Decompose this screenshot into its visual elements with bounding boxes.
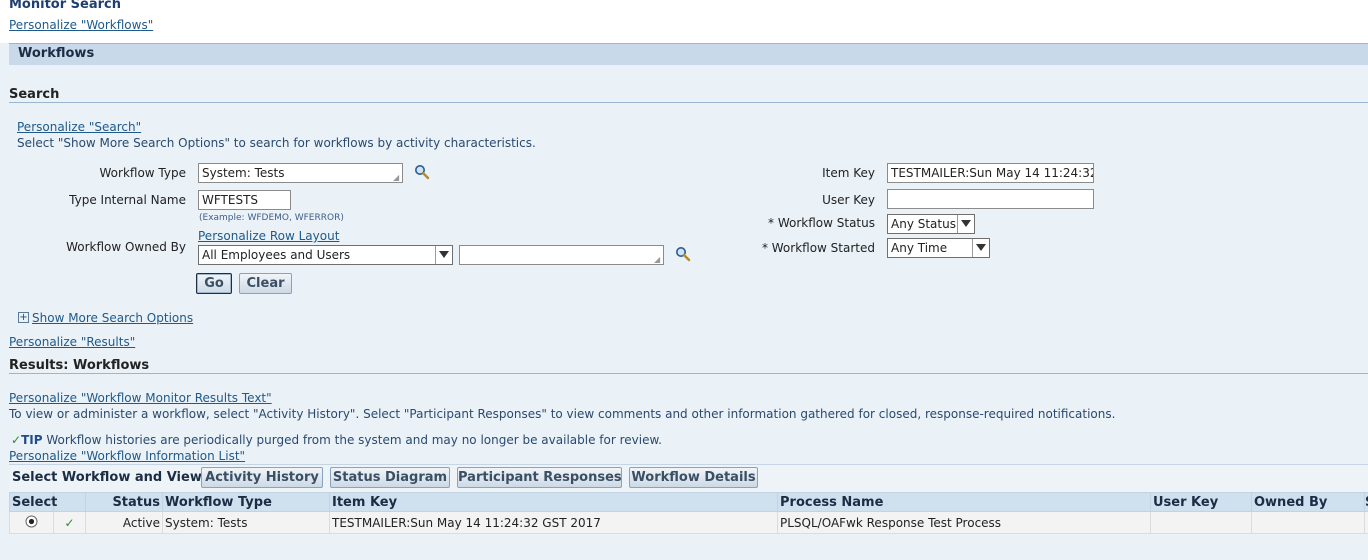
- workflow-status-label: Workflow Status: [777, 216, 875, 230]
- results-table: Select Status Workflow Type Item Key Pro…: [9, 492, 1368, 534]
- workflows-header: Workflows: [9, 43, 1368, 65]
- personalize-results-link[interactable]: Personalize "Results": [9, 335, 135, 349]
- search-icon[interactable]: [414, 164, 430, 183]
- check-icon: ✓: [53, 511, 86, 534]
- workflow-owned-by-label: Workflow Owned By: [66, 240, 186, 254]
- workflow-started-label-row: * Workflow Started: [700, 241, 875, 255]
- item-key-input[interactable]: TESTMAILER:Sun May 14 11:24:32: [887, 163, 1094, 183]
- type-internal-name-value: WFTESTS: [202, 193, 259, 207]
- column-header[interactable]: Item Key: [329, 492, 778, 512]
- workflow-owned-by-select[interactable]: All Employees and Users: [198, 245, 453, 265]
- search-instructions: Select "Show More Search Options" to sea…: [17, 136, 536, 150]
- search-icon[interactable]: [675, 246, 691, 265]
- activity-history-button[interactable]: Activity History: [201, 467, 323, 488]
- user-key-input[interactable]: [887, 189, 1094, 209]
- column-header[interactable]: Status: [85, 492, 163, 512]
- user-key-cell: [1150, 511, 1252, 534]
- tip-row: ✓TIP Workflow histories are periodically…: [11, 433, 662, 447]
- status-cell: Active: [85, 511, 163, 534]
- type-internal-name-input[interactable]: WFTESTS: [198, 190, 291, 210]
- resize-grip-icon: ◢: [654, 255, 661, 264]
- workflow-type-input[interactable]: System: Tests ◢: [198, 163, 403, 183]
- column-header: [53, 492, 86, 512]
- column-header[interactable]: Select: [9, 492, 57, 512]
- personalize-information-list-link[interactable]: Personalize "Workflow Information List": [9, 449, 245, 463]
- title-bar: [0, 0, 1368, 16]
- personalize-workflows-link[interactable]: Personalize "Workflows": [9, 18, 153, 32]
- chevron-down-icon: [957, 215, 974, 233]
- table-header-row: Select Status Workflow Type Item Key Pro…: [9, 492, 1368, 512]
- column-header[interactable]: Workflow Type: [162, 492, 330, 512]
- item-key-label: Item Key: [822, 166, 875, 180]
- workflow-started-label: Workflow Started: [771, 241, 875, 255]
- page-title: Monitor Search: [9, 0, 121, 12]
- workflow-started-select[interactable]: Any Time: [887, 238, 990, 258]
- workflow-started-value: Any Time: [891, 241, 948, 255]
- results-description: To view or administer a workflow, select…: [9, 407, 1116, 421]
- workflow-status-select[interactable]: Any Status: [887, 214, 975, 234]
- workflow-status-value: Any Status: [891, 217, 956, 231]
- search-section-title: Search: [9, 87, 60, 102]
- column-header[interactable]: User Key: [1150, 492, 1252, 512]
- expand-icon[interactable]: +: [18, 312, 29, 323]
- table-row[interactable]: ✓ Active System: Tests TESTMAILER:Sun Ma…: [9, 511, 1368, 534]
- overflow-cell: [1364, 511, 1368, 534]
- workflow-details-button[interactable]: Workflow Details: [629, 467, 758, 488]
- workflow-type-value: System: Tests: [202, 166, 285, 180]
- search-divider: [9, 102, 1368, 103]
- clear-button[interactable]: Clear: [239, 273, 292, 294]
- owned-by-cell: [1251, 511, 1365, 534]
- required-marker: *: [768, 216, 775, 230]
- go-button[interactable]: Go: [196, 273, 232, 294]
- item-key-value: TESTMAILER:Sun May 14 11:24:32: [891, 166, 1094, 180]
- type-internal-name-hint: (Example: WFDEMO, WFERROR): [199, 213, 344, 223]
- results-divider: [9, 373, 1368, 374]
- workflow-type-label: Workflow Type: [99, 166, 186, 180]
- workflow-owned-by-value: All Employees and Users: [202, 248, 351, 262]
- resize-grip-icon: ◢: [393, 173, 400, 182]
- select-view-label: Select Workflow and View...: [12, 470, 216, 485]
- chevron-down-icon: [435, 246, 452, 264]
- results-section-title: Results: Workflows: [9, 358, 150, 373]
- workflows-header-label: Workflows: [18, 46, 95, 61]
- owned-by-text-input[interactable]: ◢: [459, 245, 664, 265]
- personalize-results-text-link[interactable]: Personalize "Workflow Monitor Results Te…: [9, 391, 272, 405]
- column-header[interactable]: Process Name: [777, 492, 1151, 512]
- required-marker: *: [761, 241, 768, 255]
- radio-selected-icon: [25, 515, 38, 527]
- show-more-search-options-link[interactable]: Show More Search Options: [32, 311, 193, 325]
- user-key-label: User Key: [822, 193, 875, 207]
- select-radio-cell[interactable]: [9, 511, 54, 534]
- check-icon: ✓: [11, 433, 22, 447]
- column-header[interactable]: Owned By: [1251, 492, 1365, 512]
- personalize-bar: [0, 15, 1368, 43]
- process-name-cell: PLSQL/OAFwk Response Test Process: [777, 511, 1151, 534]
- chevron-down-icon: [972, 239, 989, 257]
- participant-responses-button[interactable]: Participant Responses: [457, 467, 622, 488]
- status-diagram-button[interactable]: Status Diagram: [330, 467, 450, 488]
- type-internal-name-label: Type Internal Name: [69, 193, 186, 207]
- personalize-row-layout-link[interactable]: Personalize Row Layout: [198, 229, 339, 243]
- tip-text: Workflow histories are periodically purg…: [46, 433, 662, 447]
- workflow-type-cell: System: Tests: [162, 511, 330, 534]
- tip-label: TIP: [21, 433, 43, 447]
- item-key-cell: TESTMAILER:Sun May 14 11:24:32 GST 2017: [329, 511, 778, 534]
- workflow-status-label-row: * Workflow Status: [700, 216, 875, 230]
- column-header[interactable]: S: [1364, 492, 1368, 512]
- personalize-search-link[interactable]: Personalize "Search": [17, 120, 141, 134]
